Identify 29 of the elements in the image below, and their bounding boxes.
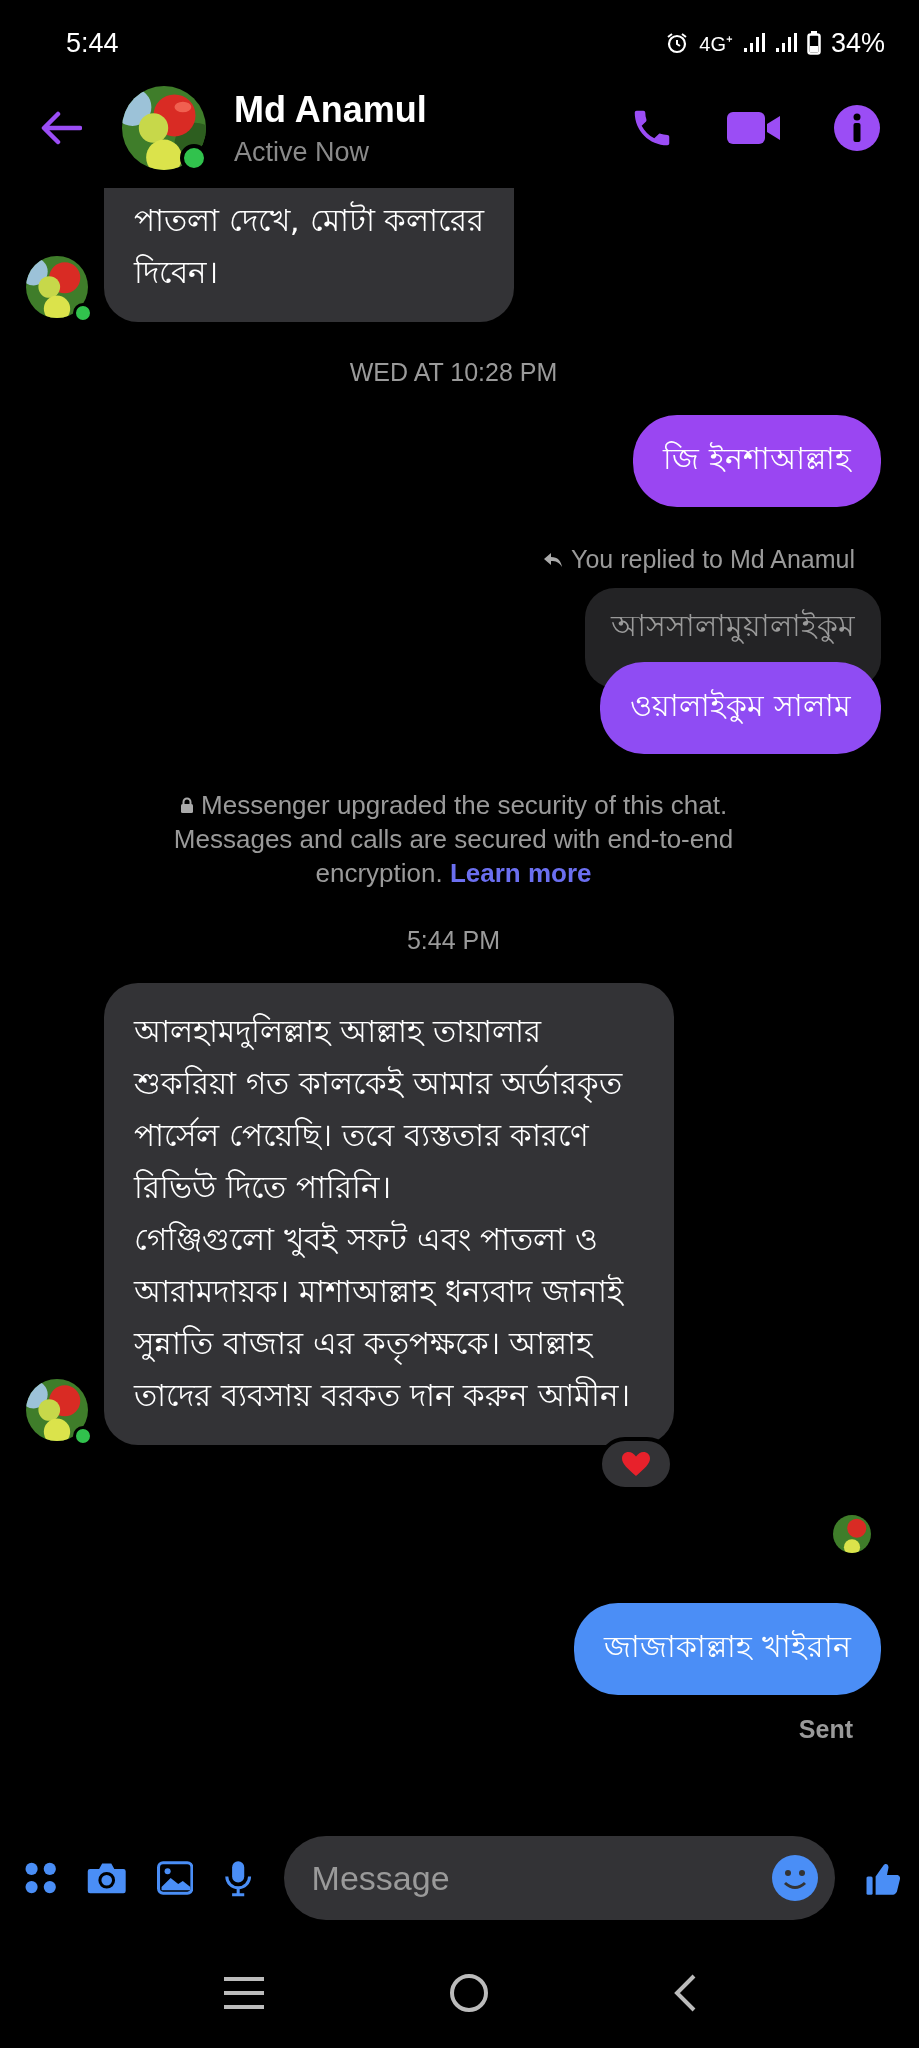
message-bubble: ওয়ালাইকুম সালাম	[600, 662, 881, 754]
message-bubble: আলহামদুলিল্লাহ আল্লাহ তায়ালার শুকরিয়া গত কালকেই আমার অর্ডারকৃত পার্সেল পেয়েছি। তবে ব্যস্ততার কারণে রিভিউ দিতে পারিনি। গেঞ্জিগুলো খুবই সফট এবং পাতলা ও আরামদায়ক। মাশাআল্লাহ ধন্যবাদ জানাই সুন্নাতি বাজার এর কতৃপক্ষকে। আল্লাহ তাদের ব্যবসায় বরকত দান করুন আমীন।	[104, 983, 674, 1445]
reply-icon	[543, 551, 563, 568]
message-bubble: পাতলা দেখে, মোটা কলারের দিবেন।	[104, 188, 515, 322]
timestamp: 5:44 PM	[405, 926, 502, 955]
lock-icon	[179, 797, 194, 814]
battery-percent: 34%	[830, 27, 885, 59]
info-icon[interactable]	[833, 104, 881, 152]
video-camera-icon[interactable]	[727, 110, 781, 146]
clock-time: 5:44	[66, 27, 119, 59]
delivery-status: Sent	[798, 1715, 853, 1744]
signal-icon	[742, 33, 765, 53]
learn-more-link[interactable]: Learn more	[449, 858, 592, 888]
contact-name: Md Anamul	[234, 88, 427, 131]
emoji-icon[interactable]	[770, 1854, 819, 1902]
reply-label: You replied to Md Anamul	[571, 545, 855, 574]
active-status: Active Now	[234, 136, 371, 168]
message-bubble: জি ইনশাআল্লাহ	[633, 415, 881, 507]
battery-icon	[806, 31, 821, 55]
heart-icon	[621, 1451, 651, 1477]
home-icon[interactable]	[448, 1973, 489, 2013]
timestamp: WED AT 10:28 PM	[348, 358, 559, 387]
message-input[interactable]: Message	[283, 1836, 835, 1920]
back-arrow-icon[interactable]	[40, 111, 82, 145]
message-bubble: জাজাকাল্লাহ খাইরান	[574, 1603, 881, 1695]
network-type: 4G⁺	[699, 31, 733, 57]
menu-icon[interactable]	[221, 1976, 266, 2010]
security-notice: Messenger upgraded the security of this chat. Messages and calls are secured with end-to-end encryption. Learn more	[172, 789, 735, 890]
signal-icon	[774, 33, 797, 53]
